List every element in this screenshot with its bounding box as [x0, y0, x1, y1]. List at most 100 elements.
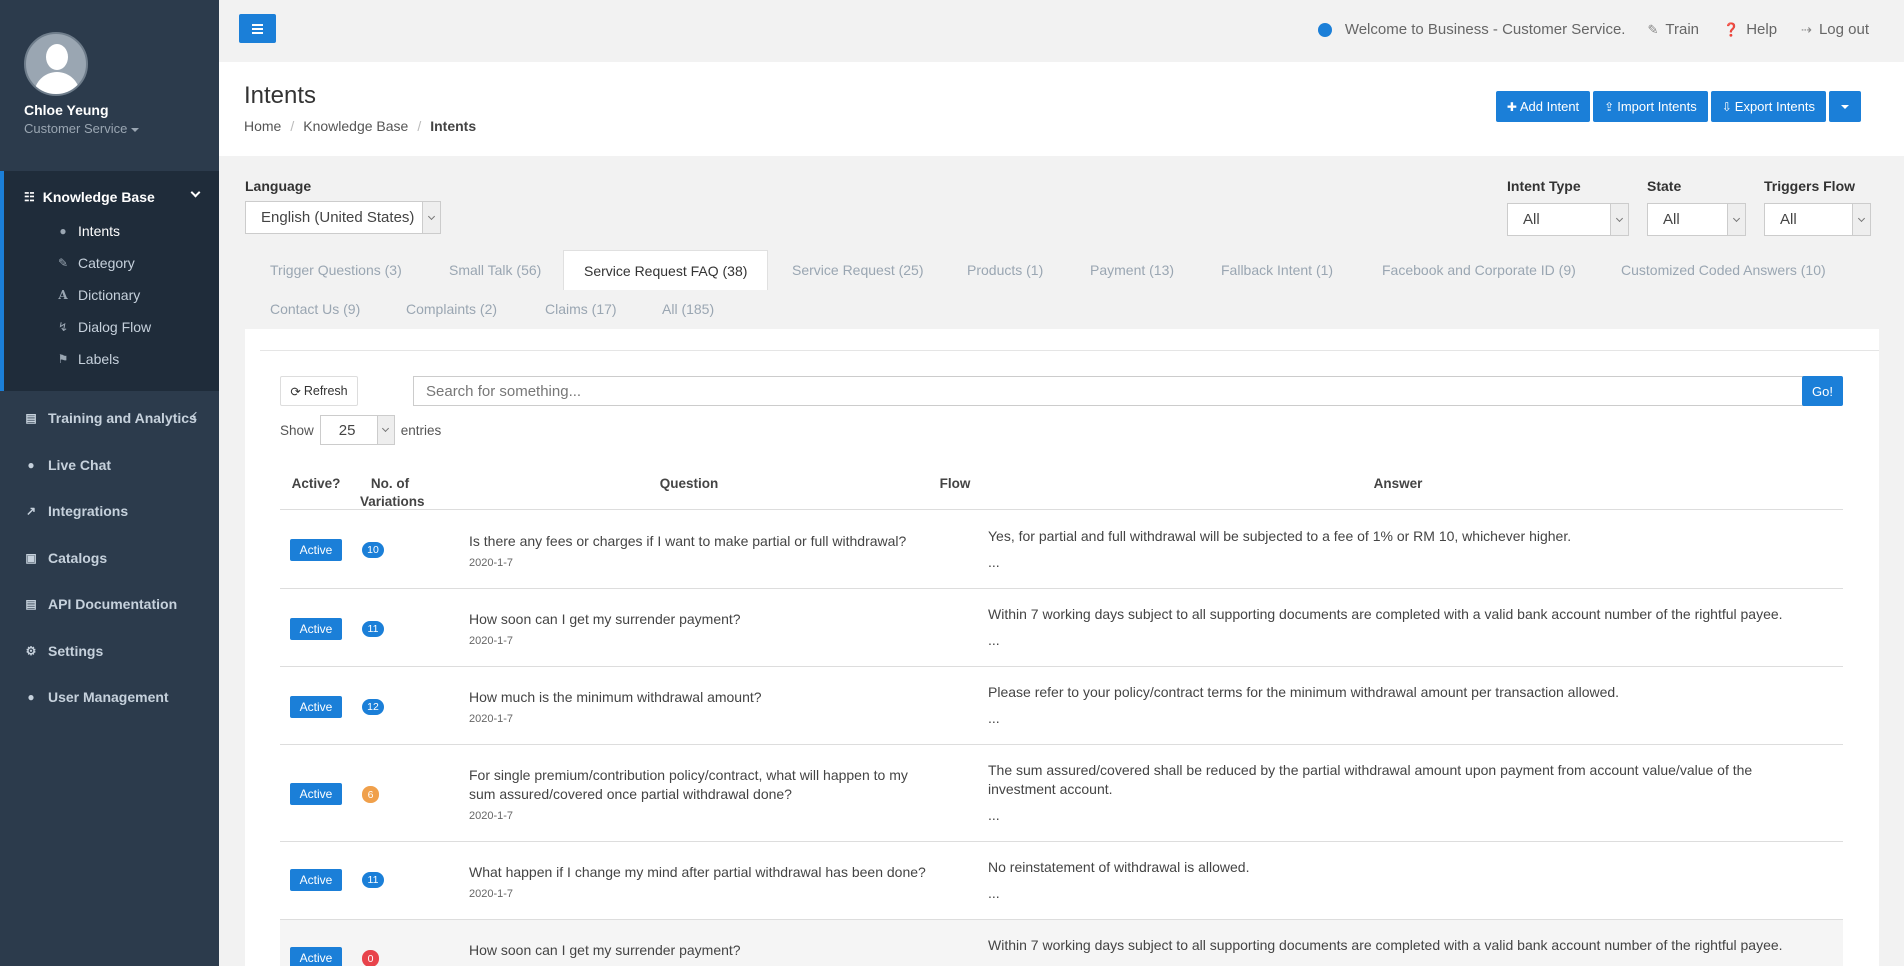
state-select[interactable]: All — [1647, 203, 1746, 236]
import-intents-button[interactable]: ⇪ Import Intents — [1593, 91, 1708, 122]
sidebar-item-knowledge-base[interactable]: ☷ Knowledge Base — [4, 185, 219, 209]
tab-service-request-faq[interactable]: Service Request FAQ (38) — [563, 250, 769, 290]
question-text: Is there any fees or charges if I want t… — [469, 533, 907, 549]
page-size-select[interactable]: 25 — [319, 415, 395, 445]
edit-icon: ✎ — [57, 256, 69, 270]
status-badge[interactable]: Active — [290, 947, 342, 966]
status-badge[interactable]: Active — [290, 539, 342, 561]
question-text: What happen if I change my mind after pa… — [469, 864, 926, 880]
welcome-text: Welcome to Business - Customer Service. — [1344, 21, 1626, 38]
avatar[interactable] — [24, 32, 88, 96]
table-row[interactable]: Active 6 For single premium/contribution… — [280, 745, 1843, 842]
export-intents-button[interactable]: ⇩ Export Intents — [1710, 91, 1826, 122]
status-badge[interactable]: Active — [290, 618, 342, 640]
train-link[interactable]: ✎ Train — [1647, 21, 1699, 38]
intent-type-select[interactable]: All — [1507, 203, 1629, 236]
tab-customized-coded-answers[interactable]: Customized Coded Answers (10) — [1621, 250, 1826, 290]
sidebar-item-label: Integrations — [48, 503, 129, 520]
sidebar: Chloe Yeung Customer Service ☷ Knowledge… — [0, 0, 219, 966]
page-header: Intents Home / Knowledge Base / Intents ✚ Add… — [219, 62, 1904, 156]
tab-all[interactable]: All (185) — [662, 289, 714, 329]
sidebar-item-category[interactable]: ✎ Category — [4, 247, 219, 279]
question-cell: How much is the minimum withdrawal amoun… — [469, 688, 929, 729]
header-question[interactable]: Question — [469, 475, 909, 493]
users-icon: ● — [27, 457, 35, 472]
add-intent-button[interactable]: ✚ Add Intent — [1495, 91, 1591, 122]
table-row[interactable]: Active 10 Is there any fees or charges i… — [280, 511, 1843, 589]
chevron-down-icon — [1610, 204, 1628, 235]
status-badge[interactable]: Active — [290, 783, 342, 805]
triggers-flow-select[interactable]: All — [1764, 203, 1871, 236]
logout-link[interactable]: ⇢ Log out — [1801, 21, 1869, 38]
tab-claims[interactable]: Claims (17) — [545, 289, 617, 329]
plus-icon: ✚ — [1506, 99, 1517, 114]
tab-products[interactable]: Products (1) — [967, 250, 1043, 290]
answer-cell: Please refer to your policy/contract ter… — [988, 683, 1808, 728]
refresh-button[interactable]: ⟳ Refresh — [280, 376, 358, 406]
header-variations[interactable]: No. of Variations — [360, 475, 425, 511]
sidebar-item-live-chat[interactable]: ● Live Chat — [0, 442, 219, 489]
status-badge[interactable]: Active — [290, 869, 342, 891]
sidebar-item-dialog-flow[interactable]: ↯ Dialog Flow — [4, 311, 219, 343]
header-active[interactable]: Active? — [280, 475, 352, 493]
search-input[interactable]: Search for something... — [413, 376, 1812, 406]
menu-toggle-button[interactable] — [239, 14, 276, 43]
header-flow[interactable]: Flow — [920, 475, 990, 493]
tab-trigger-questions[interactable]: Trigger Questions (3) — [270, 250, 402, 290]
table-row[interactable]: Active 12 How much is the minimum withdr… — [280, 667, 1843, 745]
sidebar-item-label: Knowledge Base — [42, 189, 155, 205]
tab-service-request[interactable]: Service Request (25) — [792, 250, 924, 290]
refresh-icon: ⟳ — [290, 384, 301, 399]
sidebar-item-label: Settings — [48, 642, 104, 659]
question-date: 2020-1-7 — [469, 713, 514, 725]
page-size-control: Show 25 entries — [280, 415, 441, 445]
breadcrumb-knowledge-base[interactable]: Knowledge Base — [303, 118, 408, 134]
state-label: State — [1647, 178, 1682, 194]
help-link[interactable]: ❓ Help — [1723, 21, 1777, 38]
tab-fallback-intent[interactable]: Fallback Intent (1) — [1221, 250, 1333, 290]
sidebar-item-settings[interactable]: ⚙ Settings — [0, 628, 219, 675]
answer-more: ... — [988, 807, 1000, 823]
user-role-dropdown[interactable]: Customer Service — [24, 121, 219, 136]
table-row[interactable]: Active 11 How soon can I get my surrende… — [280, 589, 1843, 667]
language-select[interactable]: English (United States) — [245, 201, 441, 234]
header-answer[interactable]: Answer — [988, 475, 1808, 493]
sidebar-item-intents[interactable]: ● Intents — [4, 215, 219, 247]
tab-complaints[interactable]: Complaints (2) — [406, 289, 497, 329]
sidebar-item-integrations[interactable]: ↗ Integrations — [0, 488, 219, 535]
tab-facebook-corporate-id[interactable]: Facebook and Corporate ID (9) — [1382, 250, 1576, 290]
sidebar-item-training-analytics[interactable]: ▤ Training and Analytics — [0, 395, 219, 442]
sidebar-item-api-documentation[interactable]: ▤ API Documentation — [0, 581, 219, 628]
sidebar-item-labels[interactable]: ⚑ Labels — [4, 343, 219, 375]
tab-payment[interactable]: Payment (13) — [1090, 250, 1174, 290]
book-open-icon: ▤ — [25, 597, 37, 612]
search-go-button[interactable]: Go! — [1802, 376, 1843, 406]
export-options-dropdown[interactable] — [1829, 91, 1861, 122]
sidebar-item-dictionary[interactable]: A Dictionary — [4, 279, 219, 311]
sidebar-item-user-management[interactable]: ● User Management — [0, 674, 219, 721]
top-right-nav: Welcome to Business - Customer Service. … — [1317, 21, 1869, 38]
sidebar-item-label: Intents — [78, 223, 121, 239]
table-row[interactable]: Active 11 What happen if I change my min… — [280, 842, 1843, 920]
add-intent-label: Add Intent — [1519, 99, 1580, 114]
download-icon: ⇩ — [1721, 99, 1732, 114]
user-role-label: Customer Service — [24, 121, 128, 136]
caret-down-icon — [131, 127, 140, 132]
table-row[interactable]: Active 0 How soon can I get my surrender… — [280, 920, 1843, 966]
chevron-down-icon — [422, 202, 440, 233]
sidebar-item-catalogs[interactable]: ▣ Catalogs — [0, 535, 219, 582]
header-actions: ✚ Add Intent ⇪ Import Intents ⇩ Export Inte… — [1495, 91, 1861, 122]
tab-small-talk[interactable]: Small Talk (56) — [449, 250, 541, 290]
answer-cell: Yes, for partial and full withdrawal wil… — [988, 527, 1808, 572]
intents-panel: ⟳ Refresh Search for something... Go! Sho… — [245, 329, 1879, 966]
question-icon: ❓ — [1723, 21, 1740, 37]
breadcrumb-home[interactable]: Home — [244, 118, 281, 134]
answer-more: ... — [988, 554, 1000, 570]
answer-text: No reinstatement of withdrawal is allowe… — [988, 859, 1250, 875]
table-header: Active? No. of Variations Question Flow … — [280, 465, 1843, 510]
question-cell: How soon can I get my surrender payment?… — [469, 941, 929, 966]
answer-cell: No reinstatement of withdrawal is allowe… — [988, 858, 1808, 903]
status-badge[interactable]: Active — [290, 696, 342, 718]
intent-type-label: Intent Type — [1507, 178, 1581, 194]
tab-contact-us[interactable]: Contact Us (9) — [270, 289, 360, 329]
